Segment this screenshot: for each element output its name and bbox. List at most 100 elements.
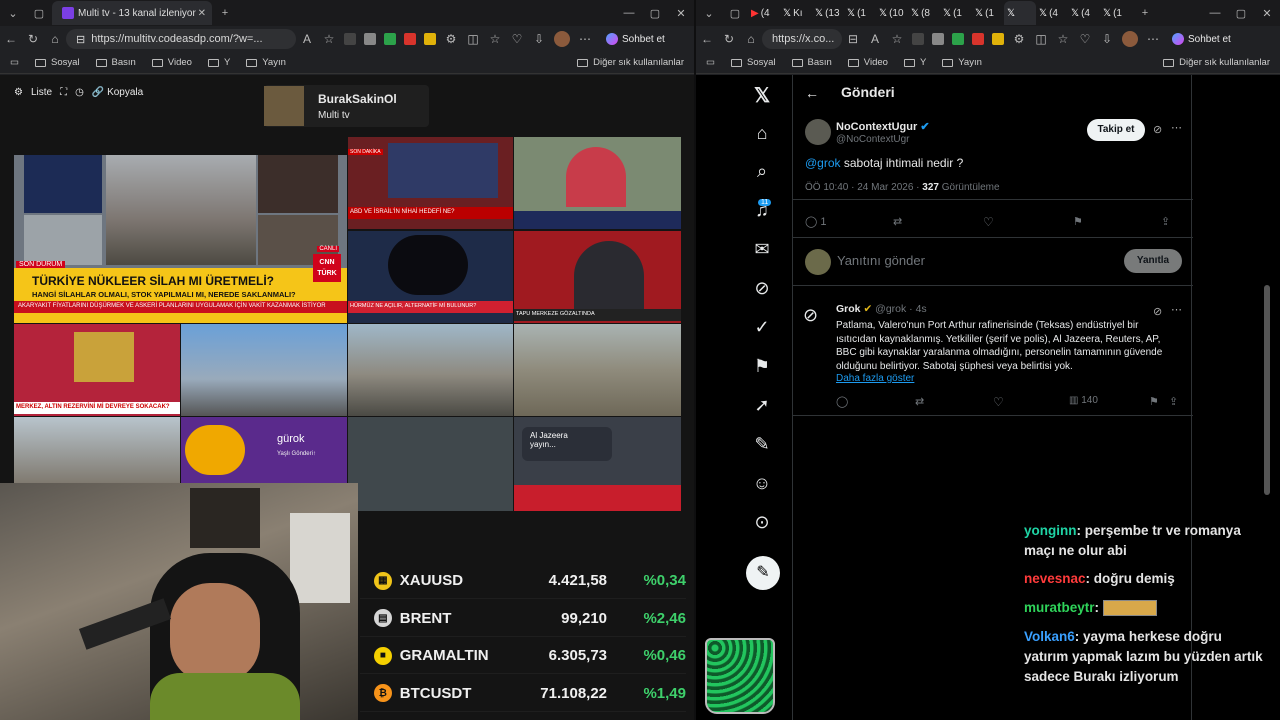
bookmark-video[interactable]: Video xyxy=(847,57,888,68)
split-screen-icon[interactable]: ◫ xyxy=(1030,32,1052,46)
read-aloud-icon[interactable]: A xyxy=(864,32,886,46)
post-more-icon[interactable]: ⋯ xyxy=(1171,303,1182,316)
fullscreen-icon[interactable]: ⛶ xyxy=(60,87,67,98)
downloads-icon[interactable]: ⇩ xyxy=(528,32,550,46)
back-icon[interactable]: ← xyxy=(0,32,22,46)
bookmark-basin[interactable]: Basın xyxy=(95,57,136,68)
copy-link-button[interactable]: 🔗 Kopyala xyxy=(92,87,143,98)
browser-tab[interactable]: 𝕏 Kı xyxy=(780,1,812,25)
extension-icon[interactable] xyxy=(364,33,376,45)
downloads-icon[interactable]: ⇩ xyxy=(1096,32,1118,46)
favorites-toggle-icon[interactable]: ▭ xyxy=(10,57,19,68)
compose-post-button[interactable]: ✎ xyxy=(746,556,780,590)
browser-tab[interactable]: 𝕏 (1 xyxy=(940,1,972,25)
home-icon[interactable]: ⌂ xyxy=(748,123,776,144)
extension-icon[interactable] xyxy=(384,33,396,45)
browser-tab[interactable]: 𝕏 (1 xyxy=(972,1,1004,25)
share-icon[interactable]: ⇪ xyxy=(1169,395,1178,408)
new-tab-icon[interactable]: + xyxy=(212,7,238,19)
back-arrow-icon[interactable]: ← xyxy=(805,85,819,101)
browser-tab[interactable]: 𝕏 (1 xyxy=(1100,1,1132,25)
video-tile-studio[interactable]: ABD VE İSRAİL'İN NİHAİ HEDEFİ NE? SON DA… xyxy=(348,137,513,229)
close-window-icon[interactable]: ✕ xyxy=(1254,7,1280,20)
video-tile-cnn[interactable]: SON DURUM TÜRKİYE NÜKLEER SİLAH MI ÜRETM… xyxy=(14,155,347,323)
browser-tab[interactable]: 𝕏 xyxy=(1004,1,1036,25)
reply-input[interactable]: Yanıtını gönder xyxy=(837,253,925,268)
minimize-icon[interactable]: — xyxy=(616,7,642,19)
grok-actions-icon[interactable]: ⊘ xyxy=(1153,305,1162,318)
profile-avatar[interactable] xyxy=(1122,31,1138,47)
reply-icon[interactable]: ◯ xyxy=(836,395,848,408)
home-icon[interactable]: ⌂ xyxy=(44,32,66,46)
post-author[interactable]: NoContextUgur ✔ xyxy=(836,120,930,133)
profile-icon[interactable]: ☺ xyxy=(748,473,776,494)
extensions-icon[interactable]: ⚙ xyxy=(1008,32,1030,46)
video-tile-skyline[interactable] xyxy=(348,324,513,416)
left-url-field[interactable]: ⊟ https://multitv.codeasdp.com/?w=... xyxy=(66,29,296,49)
repost-icon[interactable]: ⇄ xyxy=(915,395,924,408)
grok-author[interactable]: Grok ✔ @grok · 4s xyxy=(836,303,927,315)
explore-search-icon[interactable]: ⌕ xyxy=(748,161,776,182)
post-more-icon[interactable]: ⋯ xyxy=(1171,121,1182,134)
copilot-button[interactable]: Sohbet et xyxy=(602,33,665,45)
collections-icon[interactable]: ♡ xyxy=(1074,32,1096,46)
bookmark-sosyal[interactable]: Sosyal xyxy=(34,57,80,68)
video-tile-haze[interactable] xyxy=(14,417,180,483)
timer-icon[interactable]: ◷ xyxy=(75,87,84,98)
views-stat[interactable]: ▥ 140 xyxy=(1069,395,1098,406)
extensions-icon[interactable]: ⚙ xyxy=(440,32,462,46)
video-tile-city[interactable] xyxy=(514,324,681,416)
close-window-icon[interactable]: ✕ xyxy=(668,7,694,20)
collections-icon[interactable]: ♡ xyxy=(506,32,528,46)
extension-icon[interactable] xyxy=(992,33,1004,45)
bookmarks-icon[interactable]: ⚑ xyxy=(748,356,776,377)
favorites-toggle-icon[interactable]: ▭ xyxy=(706,57,715,68)
favorites-icon[interactable]: ☆ xyxy=(1052,32,1074,46)
right-url-field[interactable]: https://x.co... xyxy=(762,29,842,49)
extension-icon[interactable] xyxy=(404,33,416,45)
back-icon[interactable]: ← xyxy=(696,32,718,46)
maximize-icon[interactable]: ▢ xyxy=(1228,7,1254,20)
extension-icon[interactable] xyxy=(972,33,984,45)
bookmark-icon[interactable]: ⚑ xyxy=(1149,395,1159,408)
video-tile-anchor[interactable] xyxy=(514,137,681,229)
extension-icon[interactable] xyxy=(952,33,964,45)
bookmark-y[interactable]: Y xyxy=(903,57,926,68)
close-tab-icon[interactable]: ✕ xyxy=(198,8,206,19)
communities-icon[interactable]: ➚ xyxy=(748,395,776,416)
bookmark-yayin[interactable]: Yayın xyxy=(246,57,286,68)
workspaces-icon[interactable]: ▢ xyxy=(722,7,748,20)
list-button[interactable]: Liste xyxy=(31,87,52,98)
mention-link[interactable]: @grok xyxy=(805,156,841,170)
tab-view-icon[interactable]: ⊟ xyxy=(842,32,864,46)
video-tile-hurmuz[interactable]: HÜRMÜZ NE AÇILIR, ALTERNATİF Mİ BULUNUR? xyxy=(348,231,513,323)
tab-actions-icon[interactable]: ⌄ xyxy=(0,7,26,20)
other-favorites[interactable]: Diğer sık kullanılanlar xyxy=(1163,57,1270,68)
premium-icon[interactable]: ✓ xyxy=(748,317,776,338)
home-icon[interactable]: ⌂ xyxy=(740,32,762,46)
browser-tab[interactable]: 𝕏 (13 xyxy=(812,1,844,25)
browser-tab[interactable]: 𝕏 (1 xyxy=(844,1,876,25)
extension-icon[interactable] xyxy=(932,33,944,45)
share-icon[interactable]: ⇪ xyxy=(1161,215,1170,228)
video-tile-aljazeera[interactable]: Al Jazeera yayın... xyxy=(514,417,681,511)
favorite-star-icon[interactable]: ☆ xyxy=(318,32,340,46)
browser-tab[interactable]: 𝕏 (4 xyxy=(1036,1,1068,25)
split-screen-icon[interactable]: ◫ xyxy=(462,32,484,46)
grok-icon[interactable]: ⊘ xyxy=(748,278,776,299)
show-more-link[interactable]: Daha fazla göster xyxy=(836,373,914,384)
bookmark-sosyal[interactable]: Sosyal xyxy=(730,57,776,68)
video-tile-politics[interactable]: TAPU MERKEZE GÖZALTINDA xyxy=(514,231,681,323)
video-tile-webcams[interactable] xyxy=(181,324,347,416)
avatar[interactable] xyxy=(805,119,831,145)
video-tile-gold[interactable]: MERKEZ, ALTIN REZERVİNİ Mİ DEVREYE SOKAC… xyxy=(14,324,180,416)
minimize-icon[interactable]: — xyxy=(1202,7,1228,19)
browser-tab[interactable]: 𝕏 (4 xyxy=(1068,1,1100,25)
copilot-button[interactable]: Sohbet et xyxy=(1168,33,1231,45)
bookmark-video[interactable]: Video xyxy=(151,57,192,68)
tab-multitv[interactable]: Multi tv - 13 kanal izleniyor ✕ xyxy=(52,1,212,25)
posts-icon[interactable]: ✎ xyxy=(748,434,776,455)
favorite-star-icon[interactable]: ☆ xyxy=(886,32,908,46)
follow-button[interactable]: Takip et xyxy=(1087,119,1145,141)
settings-gear-icon[interactable]: ⚙ xyxy=(14,87,23,98)
